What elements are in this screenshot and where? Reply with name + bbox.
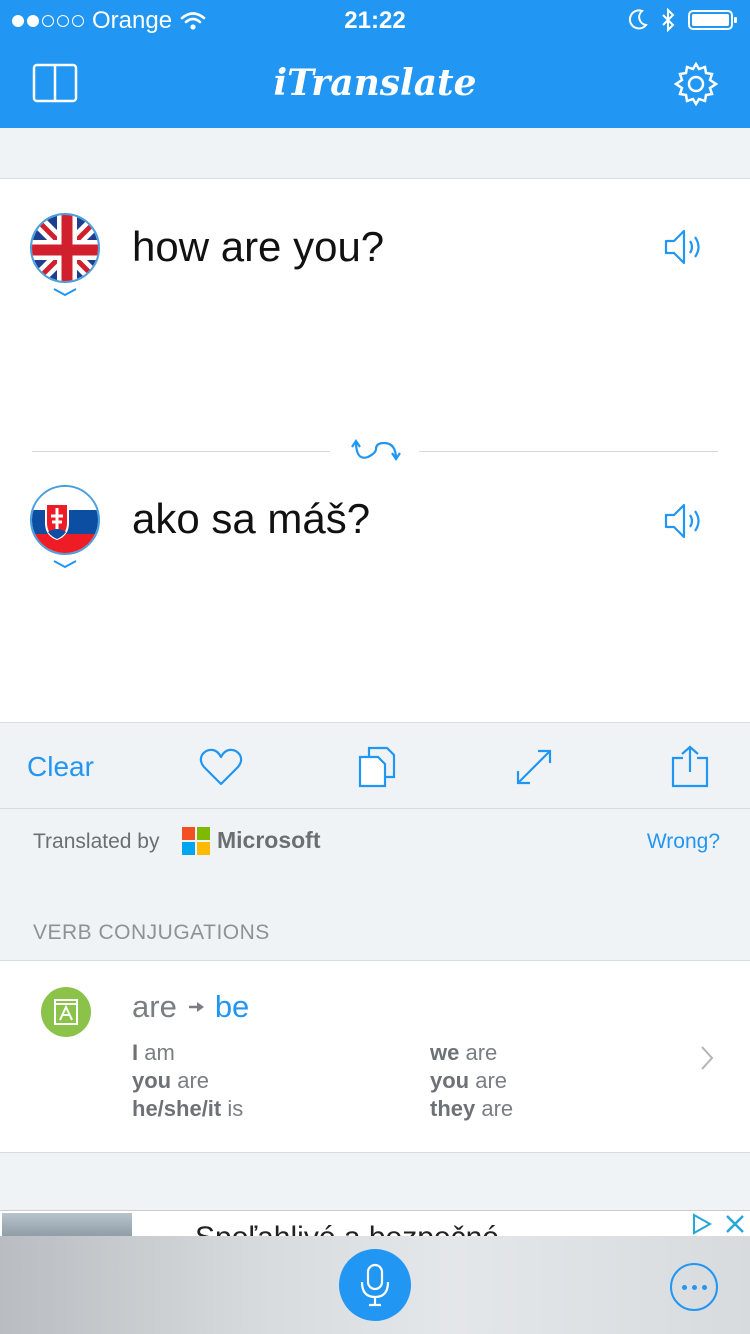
- app-title: iTranslate: [273, 62, 477, 104]
- status-right: [628, 8, 738, 32]
- clear-button[interactable]: Clear: [27, 751, 94, 783]
- conjugation-column-left: I am you are he/she/it is: [132, 1039, 243, 1123]
- conjugation-row: you are: [132, 1068, 210, 1093]
- translation-credit: Translated by: [0, 810, 750, 872]
- ad-controls: [690, 1213, 746, 1235]
- copy-icon: [358, 746, 396, 788]
- arrow-right-icon: [188, 1002, 204, 1012]
- bluetooth-icon: [662, 8, 675, 32]
- translation-card: how are you? ako sa máš?: [0, 178, 750, 723]
- nav-bar: iTranslate: [0, 40, 750, 128]
- verb-badge-icon: [41, 987, 91, 1037]
- microsoft-logo-icon: [182, 827, 210, 855]
- bottom-bar: [0, 1236, 750, 1334]
- slovakia-flag-icon: [30, 485, 100, 555]
- voice-input-button[interactable]: [339, 1249, 411, 1321]
- share-icon: [671, 745, 709, 788]
- target-text[interactable]: ako sa máš?: [132, 495, 370, 543]
- more-options-button[interactable]: [670, 1263, 718, 1311]
- more-dot: [701, 1284, 707, 1290]
- ad-image: [2, 1213, 132, 1238]
- credit-prefix: Translated by: [33, 830, 160, 853]
- source-text[interactable]: how are you?: [132, 223, 384, 271]
- settings-button[interactable]: [670, 58, 722, 110]
- conjugation-row: they are: [430, 1096, 514, 1121]
- report-wrong-link[interactable]: Wrong?: [647, 830, 720, 854]
- share-button[interactable]: [666, 743, 714, 791]
- swap-languages-icon[interactable]: [346, 435, 406, 465]
- chevron-down-icon: [53, 560, 77, 569]
- more-dot: [691, 1284, 697, 1290]
- conjugation-row: you are: [430, 1068, 508, 1093]
- copy-button[interactable]: [353, 743, 401, 791]
- status-bar: Orange 21:22: [0, 0, 750, 40]
- base-verb: be: [214, 989, 250, 1024]
- chevron-right-icon: [701, 1046, 714, 1070]
- conjugation-row: I am: [132, 1040, 175, 1065]
- microphone-icon: [360, 1263, 390, 1307]
- source-language-selector[interactable]: [30, 213, 102, 303]
- ad-banner[interactable]: Spoľahlivé a bezpečné: [0, 1210, 750, 1238]
- target-language-selector[interactable]: [30, 485, 102, 575]
- conjugated-word: are: [132, 989, 177, 1024]
- microsoft-brand: Microsoft: [217, 827, 321, 853]
- moon-icon: [628, 9, 648, 30]
- battery-icon: [688, 10, 737, 30]
- conjugation-row: we are: [430, 1040, 498, 1065]
- fullscreen-button[interactable]: [510, 743, 558, 791]
- expand-icon: [516, 749, 552, 785]
- conjugation-column-right: we are you are they are: [430, 1039, 513, 1123]
- target-speaker-icon[interactable]: [662, 499, 706, 543]
- ad-choices-icon[interactable]: [690, 1213, 714, 1235]
- action-bar: Clear: [0, 723, 750, 809]
- divider-left: [32, 451, 330, 452]
- conjugation-title: are be: [132, 989, 249, 1025]
- divider-right: [419, 451, 718, 452]
- uk-flag-icon: [30, 213, 100, 283]
- more-dot: [681, 1284, 687, 1290]
- gear-icon: [673, 61, 719, 107]
- close-icon[interactable]: [724, 1213, 746, 1235]
- conjugation-row: he/she/it is: [132, 1096, 244, 1121]
- verb-conjugation-card[interactable]: are be I am you are he/she/it is we are …: [0, 960, 750, 1153]
- heart-icon: [199, 748, 243, 786]
- favorite-button[interactable]: [197, 743, 245, 791]
- chevron-down-icon: [53, 288, 77, 297]
- section-header: VERB CONJUGATIONS: [33, 921, 270, 944]
- source-speaker-icon[interactable]: [662, 225, 706, 269]
